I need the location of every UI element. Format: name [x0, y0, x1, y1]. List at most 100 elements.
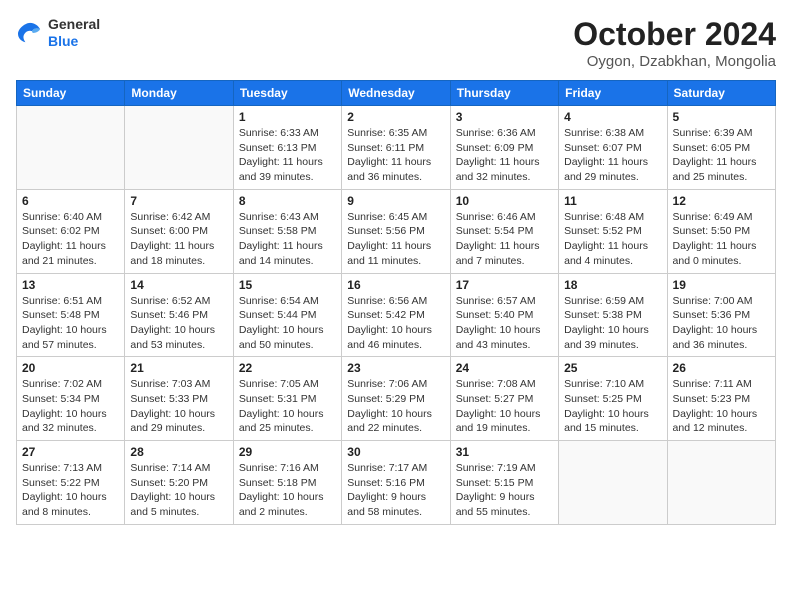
calendar-day-cell: 11 Sunrise: 6:48 AM Sunset: 5:52 PM Dayli…	[559, 189, 667, 273]
calendar-day-cell: 31 Sunrise: 7:19 AM Sunset: 5:15 PM Dayli…	[450, 441, 558, 525]
day-detail: Sunrise: 6:48 AM Sunset: 5:52 PM Dayligh…	[564, 210, 661, 269]
day-of-week-header: Tuesday	[233, 81, 341, 106]
day-detail: Sunrise: 6:56 AM Sunset: 5:42 PM Dayligh…	[347, 294, 444, 353]
calendar-week-row: 20Sunrise: 7:02 AM Sunset: 5:34 PM Dayli…	[17, 357, 776, 441]
day-number: 22	[239, 361, 336, 375]
day-detail: Sunrise: 7:13 AM Sunset: 5:22 PM Dayligh…	[22, 461, 119, 520]
day-number: 29	[239, 445, 336, 459]
day-detail: Sunrise: 6:49 AM Sunset: 5:50 PM Dayligh…	[673, 210, 770, 269]
day-detail: Sunrise: 6:36 AM Sunset: 6:09 PM Dayligh…	[456, 126, 553, 185]
day-number: 6	[22, 194, 119, 208]
calendar-day-cell: 27 Sunrise: 7:13 AM Sunset: 5:22 PM Dayli…	[17, 441, 125, 525]
title-block: October 2024 Oygon, Dzabkhan, Mongolia	[573, 16, 776, 70]
day-number: 13	[22, 278, 119, 292]
calendar-day-cell: 30 Sunrise: 7:17 AM Sunset: 5:16 PM Dayli…	[342, 441, 450, 525]
calendar-day-cell: 15 Sunrise: 6:54 AM Sunset: 5:44 PM Dayli…	[233, 273, 341, 357]
day-detail: Sunrise: 6:54 AM Sunset: 5:44 PM Dayligh…	[239, 294, 336, 353]
calendar-day-cell: 6Sunrise: 6:40 AM Sunset: 6:02 PM Daylig…	[17, 189, 125, 273]
day-number: 11	[564, 194, 661, 208]
calendar-day-cell: 18 Sunrise: 6:59 AM Sunset: 5:38 PM Dayli…	[559, 273, 667, 357]
day-number: 18	[564, 278, 661, 292]
logo-icon	[16, 21, 44, 45]
calendar-day-cell: 13Sunrise: 6:51 AM Sunset: 5:48 PM Dayli…	[17, 273, 125, 357]
calendar-day-cell: 3 Sunrise: 6:36 AM Sunset: 6:09 PM Daylig…	[450, 106, 558, 190]
calendar-day-cell: 22 Sunrise: 7:05 AM Sunset: 5:31 PM Dayli…	[233, 357, 341, 441]
calendar-day-cell: 8Sunrise: 6:43 AM Sunset: 5:58 PM Daylig…	[233, 189, 341, 273]
calendar-day-cell: 24Sunrise: 7:08 AM Sunset: 5:27 PM Dayli…	[450, 357, 558, 441]
day-detail: Sunrise: 6:35 AM Sunset: 6:11 PM Dayligh…	[347, 126, 444, 185]
day-of-week-header: Friday	[559, 81, 667, 106]
day-detail: Sunrise: 6:46 AM Sunset: 5:54 PM Dayligh…	[456, 210, 553, 269]
day-detail: Sunrise: 7:02 AM Sunset: 5:34 PM Dayligh…	[22, 377, 119, 436]
logo-text: General Blue	[48, 16, 100, 50]
day-number: 26	[673, 361, 770, 375]
calendar-day-cell: 17Sunrise: 6:57 AM Sunset: 5:40 PM Dayli…	[450, 273, 558, 357]
month-title: October 2024	[573, 16, 776, 53]
calendar-day-cell: 4 Sunrise: 6:38 AM Sunset: 6:07 PM Daylig…	[559, 106, 667, 190]
day-number: 7	[130, 194, 227, 208]
day-number: 31	[456, 445, 553, 459]
day-number: 21	[130, 361, 227, 375]
day-of-week-header: Saturday	[667, 81, 775, 106]
calendar-day-cell	[125, 106, 233, 190]
day-detail: Sunrise: 6:33 AM Sunset: 6:13 PM Dayligh…	[239, 126, 336, 185]
day-detail: Sunrise: 6:39 AM Sunset: 6:05 PM Dayligh…	[673, 126, 770, 185]
day-detail: Sunrise: 7:14 AM Sunset: 5:20 PM Dayligh…	[130, 461, 227, 520]
day-detail: Sunrise: 6:45 AM Sunset: 5:56 PM Dayligh…	[347, 210, 444, 269]
calendar-day-cell	[667, 441, 775, 525]
calendar-week-row: 27 Sunrise: 7:13 AM Sunset: 5:22 PM Dayli…	[17, 441, 776, 525]
day-detail: Sunrise: 6:59 AM Sunset: 5:38 PM Dayligh…	[564, 294, 661, 353]
logo: General Blue	[16, 16, 100, 50]
day-detail: Sunrise: 7:16 AM Sunset: 5:18 PM Dayligh…	[239, 461, 336, 520]
day-number: 16	[347, 278, 444, 292]
day-number: 4	[564, 110, 661, 124]
calendar-day-cell: 1 Sunrise: 6:33 AM Sunset: 6:13 PM Daylig…	[233, 106, 341, 190]
calendar-week-row: 6Sunrise: 6:40 AM Sunset: 6:02 PM Daylig…	[17, 189, 776, 273]
calendar-week-row: 1 Sunrise: 6:33 AM Sunset: 6:13 PM Daylig…	[17, 106, 776, 190]
calendar-day-cell: 23Sunrise: 7:06 AM Sunset: 5:29 PM Dayli…	[342, 357, 450, 441]
day-number: 27	[22, 445, 119, 459]
day-detail: Sunrise: 7:05 AM Sunset: 5:31 PM Dayligh…	[239, 377, 336, 436]
day-detail: Sunrise: 7:19 AM Sunset: 5:15 PM Dayligh…	[456, 461, 553, 520]
day-detail: Sunrise: 7:03 AM Sunset: 5:33 PM Dayligh…	[130, 377, 227, 436]
calendar-header: SundayMondayTuesdayWednesdayThursdayFrid…	[17, 81, 776, 106]
calendar-day-cell	[559, 441, 667, 525]
calendar-day-cell: 14 Sunrise: 6:52 AM Sunset: 5:46 PM Dayli…	[125, 273, 233, 357]
day-detail: Sunrise: 6:42 AM Sunset: 6:00 PM Dayligh…	[130, 210, 227, 269]
day-detail: Sunrise: 7:00 AM Sunset: 5:36 PM Dayligh…	[673, 294, 770, 353]
day-of-week-header: Wednesday	[342, 81, 450, 106]
day-number: 25	[564, 361, 661, 375]
day-of-week-header: Monday	[125, 81, 233, 106]
calendar-day-cell: 21 Sunrise: 7:03 AM Sunset: 5:33 PM Dayli…	[125, 357, 233, 441]
day-number: 28	[130, 445, 227, 459]
day-of-week-header: Sunday	[17, 81, 125, 106]
day-detail: Sunrise: 7:10 AM Sunset: 5:25 PM Dayligh…	[564, 377, 661, 436]
day-number: 3	[456, 110, 553, 124]
day-number: 5	[673, 110, 770, 124]
day-number: 14	[130, 278, 227, 292]
calendar-day-cell: 29 Sunrise: 7:16 AM Sunset: 5:18 PM Dayli…	[233, 441, 341, 525]
day-detail: Sunrise: 7:08 AM Sunset: 5:27 PM Dayligh…	[456, 377, 553, 436]
calendar-day-cell: 26 Sunrise: 7:11 AM Sunset: 5:23 PM Dayli…	[667, 357, 775, 441]
day-detail: Sunrise: 7:11 AM Sunset: 5:23 PM Dayligh…	[673, 377, 770, 436]
day-detail: Sunrise: 6:57 AM Sunset: 5:40 PM Dayligh…	[456, 294, 553, 353]
day-detail: Sunrise: 6:52 AM Sunset: 5:46 PM Dayligh…	[130, 294, 227, 353]
day-number: 15	[239, 278, 336, 292]
calendar-day-cell	[17, 106, 125, 190]
calendar-day-cell: 12 Sunrise: 6:49 AM Sunset: 5:50 PM Dayli…	[667, 189, 775, 273]
day-number: 12	[673, 194, 770, 208]
calendar-day-cell: 2 Sunrise: 6:35 AM Sunset: 6:11 PM Daylig…	[342, 106, 450, 190]
day-number: 19	[673, 278, 770, 292]
day-detail: Sunrise: 6:38 AM Sunset: 6:07 PM Dayligh…	[564, 126, 661, 185]
calendar-day-cell: 10Sunrise: 6:46 AM Sunset: 5:54 PM Dayli…	[450, 189, 558, 273]
calendar-day-cell: 28 Sunrise: 7:14 AM Sunset: 5:20 PM Dayli…	[125, 441, 233, 525]
day-number: 1	[239, 110, 336, 124]
day-number: 2	[347, 110, 444, 124]
day-detail: Sunrise: 7:06 AM Sunset: 5:29 PM Dayligh…	[347, 377, 444, 436]
day-number: 30	[347, 445, 444, 459]
calendar-day-cell: 16 Sunrise: 6:56 AM Sunset: 5:42 PM Dayli…	[342, 273, 450, 357]
calendar-day-cell: 25 Sunrise: 7:10 AM Sunset: 5:25 PM Dayli…	[559, 357, 667, 441]
calendar-table: SundayMondayTuesdayWednesdayThursdayFrid…	[16, 80, 776, 525]
day-detail: Sunrise: 7:17 AM Sunset: 5:16 PM Dayligh…	[347, 461, 444, 520]
calendar-day-cell: 5 Sunrise: 6:39 AM Sunset: 6:05 PM Daylig…	[667, 106, 775, 190]
